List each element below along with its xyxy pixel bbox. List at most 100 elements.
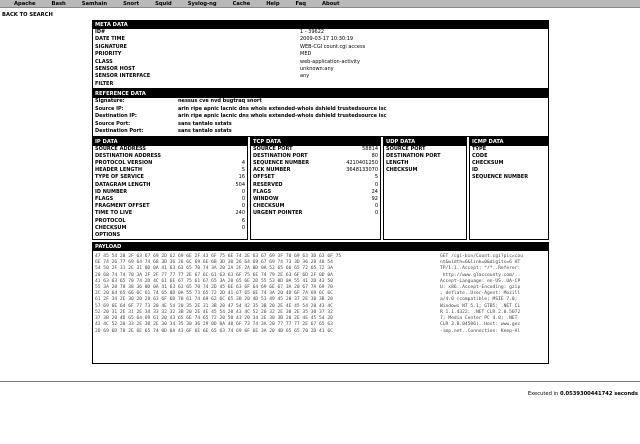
tcp-field-value: 0	[374, 210, 378, 217]
ip-field-value: 240	[235, 210, 245, 217]
icmp-data-header: ICMP DATA	[470, 137, 548, 146]
ip-field-label: DATAGRAM LENGTH	[95, 181, 151, 188]
tcp-field-label: CHECKSUM	[253, 203, 285, 210]
meta-row: SENSOR INTERFACE any	[93, 73, 548, 80]
udp-field-label: DESTINATION PORT	[386, 152, 441, 159]
tcp-field-label: SOURCE PORT	[253, 145, 293, 152]
ip-field-label: FLAGS	[95, 195, 114, 202]
icmp-row: CODE	[470, 153, 548, 160]
tcp-row: ACK NUMBER 3648133070	[251, 167, 380, 174]
ip-row: TYPE OF SERVICE 16	[93, 174, 247, 181]
meta-row: ID# 1 - 39622	[93, 29, 548, 36]
reference-row: Source IP: arin ripe apnic lacnic dns who…	[93, 106, 548, 114]
ip-row: DATAGRAM LENGTH 504	[93, 182, 247, 189]
ip-row: FRAGMENT OFFSET 0	[93, 203, 247, 210]
back-to-search-link[interactable]: BACK TO SEARCH	[2, 12, 53, 18]
ip-row: DESTINATION ADDRESS	[93, 153, 247, 160]
icmp-field-label: CODE	[472, 152, 488, 159]
meta-row: DATE TIME 2009-03-17 10:30:19	[93, 36, 548, 43]
reference-field-value[interactable]: nessus cve nvd bugtraq snort	[178, 98, 548, 106]
ip-field-value: 5	[241, 167, 245, 174]
icmp-field-label: TYPE	[472, 145, 487, 152]
tcp-field-value: 24	[371, 188, 378, 195]
nav-link-cache[interactable]: Cache	[233, 1, 251, 7]
udp-row: DESTINATION PORT	[384, 153, 466, 160]
execution-time: Executed in 0.0539300441742 seconds	[528, 391, 638, 397]
nav-link-snort[interactable]: Snort	[123, 1, 139, 7]
tcp-data-rows: SOURCE PORT 58814 DESTINATION PORT 80 SEQUEN…	[251, 146, 380, 218]
meta-field-value: unknown:any	[300, 65, 334, 72]
nav-link-samhain[interactable]: Samhain	[82, 1, 107, 7]
ip-row: OPTIONS	[93, 232, 247, 239]
meta-field-label: CLASS	[95, 58, 113, 65]
icmp-field-label: CHECKSUM	[472, 160, 504, 166]
tcp-field-value: 58814	[362, 145, 378, 152]
nav-link-syslog-ng[interactable]: Syslog-ng	[188, 1, 217, 7]
reference-field-label: Signature:	[95, 98, 125, 105]
ip-field-label: PROTOCOL	[95, 217, 126, 224]
tcp-field-label: FLAGS	[253, 188, 272, 195]
reference-field-value[interactable]: sans tantalo sstats	[178, 128, 548, 136]
execution-time-value: 0.0539300441742 seconds	[559, 391, 638, 397]
nav-link-help[interactable]: Help	[266, 1, 279, 7]
meta-data-header: META DATA	[93, 21, 548, 29]
tcp-field-label: DESTINATION PORT	[253, 152, 308, 159]
meta-field-label: SIGNATURE	[95, 43, 127, 50]
meta-field-value: MED	[300, 51, 312, 58]
ip-field-value: 16	[238, 174, 245, 181]
ip-field-label: DESTINATION ADDRESS	[95, 152, 161, 159]
reference-row: Signature: nessus cve nvd bugtraq snort	[93, 98, 548, 106]
meta-data-panel: META DATA ID# 1 - 39622 DATE TIME 2009-03-1…	[92, 20, 549, 90]
reference-field-value[interactable]: arin ripe apnic lacnic dns whois extende…	[178, 106, 548, 114]
meta-row: CLASS web-application-activity	[93, 59, 548, 66]
ip-row: ID NUMBER 0	[93, 189, 247, 196]
footer-divider	[0, 381, 640, 382]
udp-data-header: UDP DATA	[384, 137, 466, 146]
meta-field-label: SENSOR INTERFACE	[95, 73, 151, 80]
nav-link-faq[interactable]: Faq	[296, 1, 306, 7]
alert-detail-container: META DATA ID# 1 - 39622 DATE TIME 2009-03-1…	[92, 20, 549, 365]
meta-row: PRIORITY MED	[93, 51, 548, 58]
ip-field-label: TIME TO LIVE	[95, 210, 133, 217]
tcp-field-value: 5	[374, 174, 378, 181]
reference-field-label: Source IP:	[95, 105, 124, 112]
ip-field-value: 4	[241, 160, 245, 166]
meta-field-value: 2009-03-17 10:30:19	[300, 36, 354, 43]
tcp-field-label: SEQUENCE NUMBER	[253, 160, 310, 166]
ip-row: PROTOCOL VERSION 4	[93, 160, 247, 167]
reference-data-panel: REFERENCE DATA Signature: nessus cve nvd …	[92, 89, 549, 137]
nav-link-bash[interactable]: Bash	[52, 1, 66, 7]
top-navigation: Apache Bash Samhain Snort Squid Syslog-ng Cach…	[0, 0, 640, 8]
nav-link-squid[interactable]: Squid	[155, 1, 172, 7]
meta-field-value: web-application-activity	[300, 58, 360, 65]
meta-row: SENSOR HOST unknown:any	[93, 66, 548, 73]
protocol-panels: IP DATA SOURCE ADDRESS DESTINATION ADDRES…	[92, 136, 549, 241]
reference-field-value[interactable]: sans tantalo sstats	[178, 121, 548, 129]
meta-row: FILTER	[93, 81, 548, 88]
ip-field-value: 6	[241, 217, 245, 224]
udp-row: LENGTH	[384, 160, 466, 167]
nav-link-about[interactable]: About	[322, 1, 339, 7]
meta-field-label: FILTER	[95, 80, 114, 87]
icmp-data-panel: ICMP DATA TYPE CODE CHECKSUM ID SEQUENCE NUM…	[469, 136, 549, 241]
nav-link-apache[interactable]: Apache	[14, 1, 36, 7]
reference-field-value[interactable]: arin ripe apnic lacnic dns whois extende…	[178, 113, 548, 121]
tcp-row: CHECKSUM 0	[251, 203, 380, 210]
tcp-data-header: TCP DATA	[251, 137, 380, 146]
tcp-field-label: OFFSET	[253, 174, 275, 181]
tcp-row: OFFSET 5	[251, 174, 380, 181]
icmp-field-label: SEQUENCE NUMBER	[472, 174, 529, 181]
reference-row: Destination IP: arin ripe apnic lacnic dn…	[93, 113, 548, 121]
udp-data-rows: SOURCE PORT DESTINATION PORT LENGTH CHECKSU…	[384, 146, 466, 175]
ip-field-label: PROTOCOL VERSION	[95, 160, 153, 166]
icmp-row: TYPE	[470, 146, 548, 153]
ip-row: TIME TO LIVE 240	[93, 210, 247, 217]
reference-data-rows: Signature: nessus cve nvd bugtraq snort So…	[93, 98, 548, 136]
icmp-row: ID	[470, 167, 548, 174]
meta-row: SIGNATURE WEB-CGI count.cgi access	[93, 44, 548, 51]
udp-field-label: SOURCE PORT	[386, 145, 426, 152]
ip-field-label: ID NUMBER	[95, 188, 128, 195]
tcp-field-value: 0	[374, 181, 378, 188]
ip-field-label: SOURCE ADDRESS	[95, 145, 147, 152]
udp-field-label: CHECKSUM	[386, 167, 418, 174]
